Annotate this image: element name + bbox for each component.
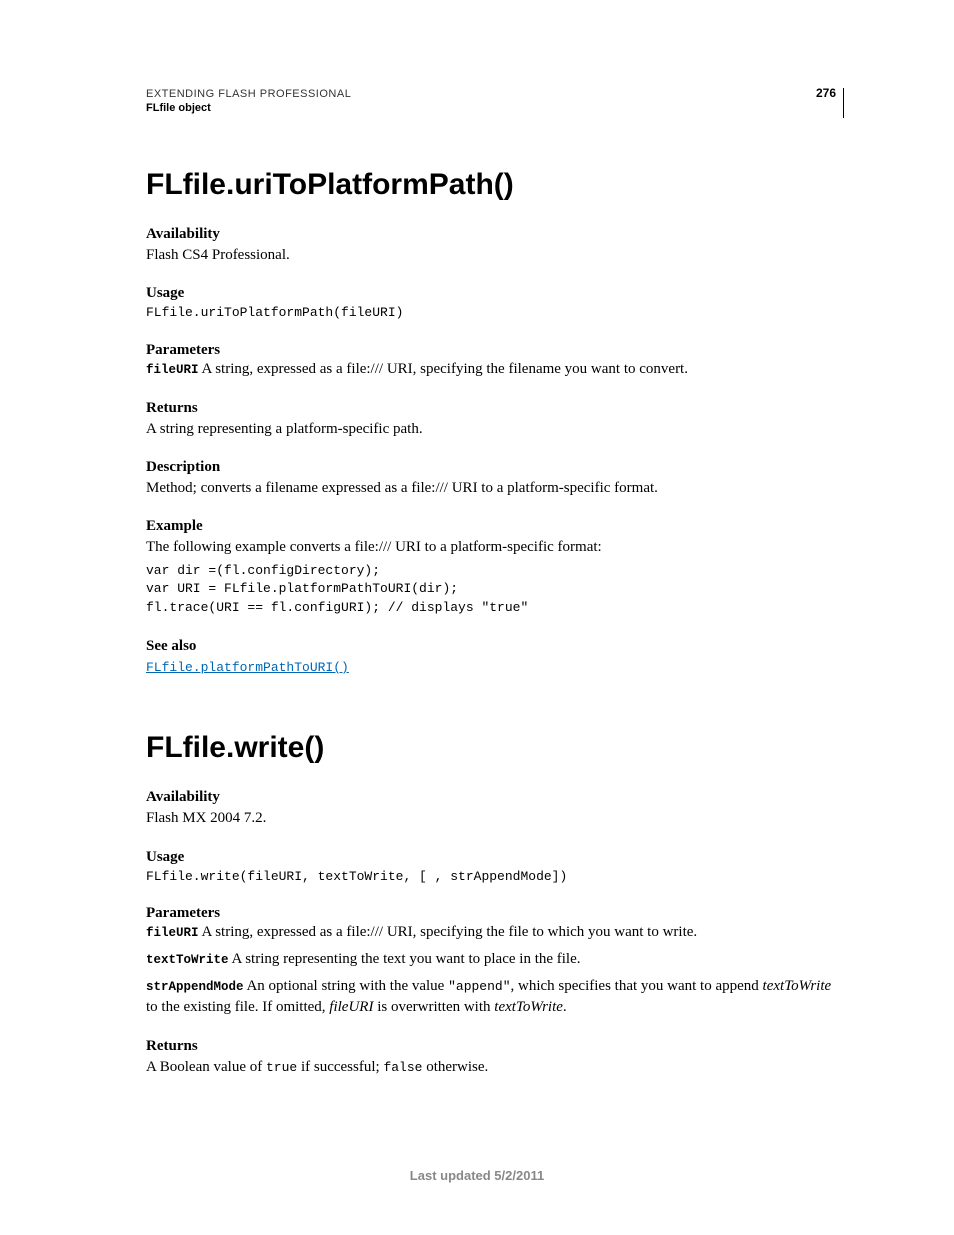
italic-texttowrite: textToWrite (763, 978, 832, 994)
example-intro: The following example converts a file://… (146, 537, 844, 557)
param-desc-pre: An optional string with the value (244, 978, 449, 994)
usage-heading-2: Usage (146, 849, 844, 866)
returns-text-2: A Boolean value of true if successful; f… (146, 1057, 844, 1077)
param-desc-end: . (563, 999, 567, 1015)
italic-fileuri: fileURI (329, 999, 373, 1015)
description-heading: Description (146, 459, 844, 476)
example-code: var dir =(fl.configDirectory); var URI =… (146, 562, 844, 619)
inline-code-append: "append" (448, 979, 510, 994)
description-text: Method; converts a filename expressed as… (146, 478, 844, 498)
usage-code-2: FLfile.write(fileURI, textToWrite, [ , s… (146, 868, 844, 886)
inline-code-true: true (266, 1060, 297, 1075)
returns-text: A string representing a platform-specifi… (146, 419, 844, 439)
footer-updated: Last updated 5/2/2011 (0, 1168, 954, 1183)
param-desc-post: to the existing file. If omitted, (146, 999, 329, 1015)
availability-text: Flash CS4 Professional. (146, 245, 844, 265)
seealso-heading: See also (146, 638, 844, 655)
ret-pre: A Boolean value of (146, 1059, 266, 1075)
usage-code: FLfile.uriToPlatformPath(fileURI) (146, 304, 844, 322)
page: EXTENDING FLASH PROFESSIONAL FLfile obje… (0, 0, 954, 1235)
availability-text-2: Flash MX 2004 7.2. (146, 808, 844, 828)
header-title: EXTENDING FLASH PROFESSIONAL (146, 88, 844, 100)
returns-heading-2: Returns (146, 1038, 844, 1055)
availability-heading-2: Availability (146, 789, 844, 806)
usage-heading: Usage (146, 285, 844, 302)
param-fileuri-2: fileURI A string, expressed as a file://… (146, 922, 844, 943)
param-name: strAppendMode (146, 980, 244, 994)
header-subtitle: FLfile object (146, 102, 844, 114)
param-strappendmode: strAppendMode An optional string with th… (146, 976, 844, 1018)
param-desc-post2: is overwritten with (373, 999, 494, 1015)
parameters-heading: Parameters (146, 342, 844, 359)
parameters-heading-2: Parameters (146, 905, 844, 922)
seealso-link[interactable]: FLfile.platformPathToURI() (146, 660, 349, 675)
param-desc: A string, expressed as a file:/// URI, s… (199, 924, 698, 940)
param-name: fileURI (146, 926, 199, 940)
returns-heading: Returns (146, 400, 844, 417)
section-title-uritoplatformpath: FLfile.uriToPlatformPath() (146, 168, 844, 202)
section-title-write: FLfile.write() (146, 731, 844, 765)
param-desc-mid: , which specifies that you want to appen… (511, 978, 763, 994)
inline-code-false: false (383, 1060, 422, 1075)
param-desc: A string representing the text you want … (229, 951, 581, 967)
param-desc: A string, expressed as a file:/// URI, s… (199, 361, 688, 377)
param-name: textToWrite (146, 953, 229, 967)
italic-texttowrite-2: textToWrite (494, 999, 563, 1015)
page-number: 276 (816, 86, 836, 100)
param-name: fileURI (146, 363, 199, 377)
ret-post: otherwise. (422, 1059, 488, 1075)
example-heading: Example (146, 518, 844, 535)
param-fileuri: fileURI A string, expressed as a file://… (146, 359, 844, 380)
availability-heading: Availability (146, 226, 844, 243)
header-rule (843, 88, 844, 118)
ret-mid: if successful; (297, 1059, 383, 1075)
param-texttowrite: textToWrite A string representing the te… (146, 949, 844, 970)
